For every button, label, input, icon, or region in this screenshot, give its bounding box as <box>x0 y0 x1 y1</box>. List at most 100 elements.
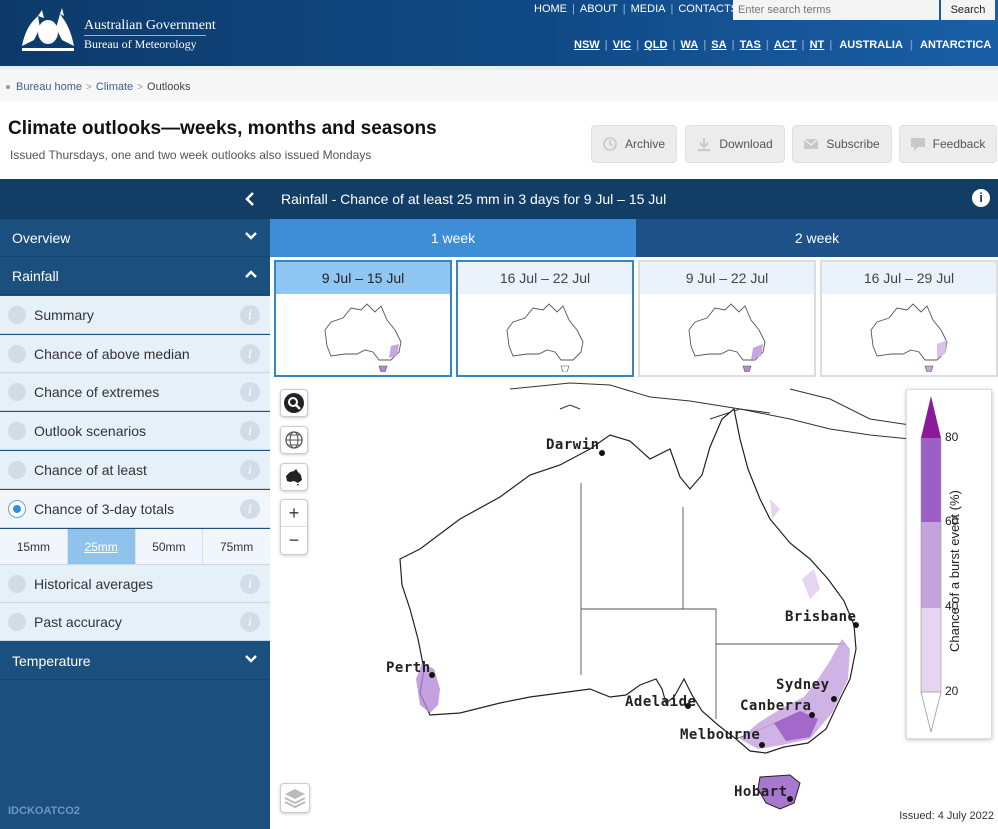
state-qld[interactable]: QLD <box>640 39 671 51</box>
breadcrumb-current: Outlooks <box>147 81 191 93</box>
envelope-icon <box>804 137 819 151</box>
thumbnail-16jul-22jul[interactable]: 16 Jul – 22 Jul <box>456 260 634 377</box>
amount-50mm[interactable]: 50mm <box>136 529 204 564</box>
legend-color-bar <box>920 396 942 733</box>
thumbnail-label: 9 Jul – 22 Jul <box>640 262 814 294</box>
breadcrumb-bureau-home[interactable]: Bureau home <box>16 81 82 93</box>
city-label-canberra: Canberra <box>740 698 812 714</box>
map-australia-extent-button[interactable] <box>280 463 308 491</box>
sidebar: Overview Rainfall Summary i Chance of ab… <box>0 179 270 829</box>
map-search-button[interactable] <box>280 389 308 417</box>
sidebar-top-bar <box>0 179 270 219</box>
sidebar-item-outlook-scenarios[interactable]: Outlook scenarios i <box>0 412 270 450</box>
site-header: Australian Government Bureau of Meteorol… <box>0 0 998 66</box>
state-vic[interactable]: VIC <box>609 39 635 51</box>
info-icon[interactable]: i <box>240 344 260 364</box>
search-input[interactable] <box>733 0 939 20</box>
info-icon[interactable]: i <box>240 499 260 519</box>
australia-icon <box>286 469 302 486</box>
sidebar-overview[interactable]: Overview <box>0 219 270 257</box>
radio-button[interactable] <box>8 345 26 363</box>
archive-button[interactable]: Archive <box>591 125 677 163</box>
amount-75mm[interactable]: 75mm <box>203 529 270 564</box>
map-layers-button[interactable] <box>280 783 310 813</box>
radio-button[interactable] <box>8 306 26 324</box>
feedback-button[interactable]: Feedback <box>899 125 997 163</box>
sidebar-rainfall-label: Rainfall <box>12 267 59 284</box>
sidebar-item-3day-totals[interactable]: Chance of 3-day totals i <box>0 490 270 528</box>
sidebar-temperature[interactable]: Temperature <box>0 642 270 680</box>
region-australia[interactable]: AUSTRALIA <box>833 39 909 51</box>
amount-25mm[interactable]: 25mm <box>67 529 136 564</box>
radio-button[interactable] <box>8 575 26 593</box>
australia-map <box>399 382 931 810</box>
map-globe-button[interactable] <box>280 426 308 454</box>
top-navigation: HOME | ABOUT | MEDIA | CONTACTS <box>529 3 743 15</box>
download-button[interactable]: Download <box>685 125 785 163</box>
nav-about[interactable]: ABOUT <box>575 3 623 15</box>
sidebar-item-past-accuracy[interactable]: Past accuracy i <box>0 603 270 641</box>
thumbnail-label: 9 Jul – 15 Jul <box>276 262 450 294</box>
thumbnail-map <box>506 303 584 372</box>
radio-button[interactable] <box>8 383 26 401</box>
tab-1-week[interactable]: 1 week <box>270 219 636 257</box>
state-nt[interactable]: NT <box>806 39 829 51</box>
state-wa[interactable]: WA <box>676 39 702 51</box>
sidebar-item-label: Outlook scenarios <box>34 422 147 439</box>
sidebar-item-above-median[interactable]: Chance of above median i <box>0 335 270 373</box>
state-tas[interactable]: TAS <box>736 39 765 51</box>
thumbnail-map <box>688 303 766 372</box>
radio-button[interactable] <box>8 461 26 479</box>
breadcrumb-climate[interactable]: Climate <box>96 81 133 93</box>
city-label-sydney: Sydney <box>776 677 830 693</box>
subscribe-button[interactable]: Subscribe <box>792 125 892 163</box>
search-button[interactable]: Search <box>941 0 995 20</box>
breadcrumb-bullet-icon <box>6 85 10 89</box>
nav-media[interactable]: MEDIA <box>626 3 671 15</box>
radio-button-selected[interactable] <box>8 500 26 518</box>
breadcrumb: Bureau home > Climate > Outlooks <box>6 81 190 93</box>
sidebar-item-summary[interactable]: Summary i <box>0 296 270 334</box>
radio-button[interactable] <box>8 613 26 631</box>
thumbnail-9jul-15jul[interactable]: 9 Jul – 15 Jul <box>274 260 452 377</box>
map-legend: 80 60 40 20 Chance of a burst event (%) <box>906 389 992 739</box>
clock-icon <box>603 137 617 151</box>
sidebar-item-label: Chance of 3-day totals <box>34 500 175 517</box>
map-panel-title-text: Rainfall - Chance of at least 25 mm in 3… <box>281 191 667 207</box>
coat-of-arms-logo[interactable] <box>16 6 80 54</box>
thumbnail-9jul-22jul[interactable]: 9 Jul – 22 Jul <box>638 260 816 377</box>
zoom-out-button[interactable]: − <box>281 527 307 554</box>
product-code: IDCKOATCO2 <box>8 805 80 817</box>
outlook-map[interactable]: Darwin Brisbane Perth Sydney Adelaide Ca… <box>270 379 998 826</box>
globe-icon <box>285 431 303 449</box>
radio-button[interactable] <box>8 422 26 440</box>
legend-tick: 20 <box>945 684 959 698</box>
layers-icon <box>284 789 306 809</box>
tab-2-week[interactable]: 2 week <box>636 219 998 257</box>
info-icon[interactable]: i <box>240 612 260 632</box>
speech-bubble-icon <box>910 137 925 151</box>
info-icon[interactable]: i <box>240 460 260 480</box>
thumbnail-16jul-29jul[interactable]: 16 Jul – 29 Jul <box>820 260 998 377</box>
info-icon[interactable]: i <box>240 574 260 594</box>
state-nsw[interactable]: NSW <box>570 39 604 51</box>
info-icon[interactable]: i <box>240 305 260 325</box>
city-label-brisbane: Brisbane <box>785 609 857 625</box>
collapse-sidebar-icon[interactable] <box>244 191 256 207</box>
sidebar-item-chance-at-least[interactable]: Chance of at least i <box>0 451 270 489</box>
amount-selector: 15mm 25mm 50mm 75mm <box>0 529 270 565</box>
sidebar-item-extremes[interactable]: Chance of extremes i <box>0 373 270 411</box>
sidebar-item-label: Summary <box>34 306 94 323</box>
state-act[interactable]: ACT <box>770 39 801 51</box>
nav-home[interactable]: HOME <box>529 3 572 15</box>
region-antarctica[interactable]: ANTARCTICA <box>914 39 997 51</box>
info-icon[interactable]: i <box>240 382 260 402</box>
sidebar-item-historical-averages[interactable]: Historical averages i <box>0 565 270 603</box>
info-icon[interactable]: i <box>972 189 990 207</box>
state-sa[interactable]: SA <box>707 39 730 51</box>
sidebar-rainfall[interactable]: Rainfall <box>0 257 270 295</box>
info-icon[interactable]: i <box>240 421 260 441</box>
download-label: Download <box>719 137 773 151</box>
amount-15mm[interactable]: 15mm <box>0 529 68 564</box>
zoom-in-button[interactable]: + <box>281 500 307 527</box>
